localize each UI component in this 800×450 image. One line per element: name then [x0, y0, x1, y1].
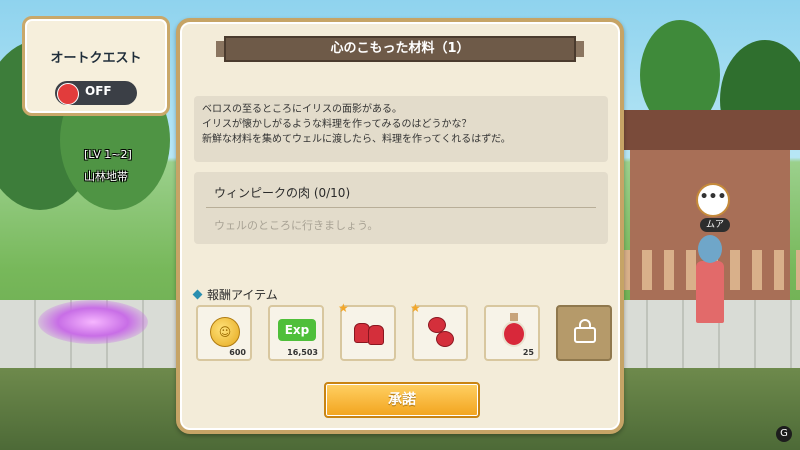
reward-header-label: 報酬アイテム [207, 288, 278, 302]
auto-quest-widget: オートクエスト OFF [22, 16, 170, 116]
reward-qty: 25 [522, 348, 534, 357]
house-roof [620, 110, 800, 150]
npc-chat-bubble-icon[interactable]: ••• [696, 183, 730, 217]
bag-part [436, 331, 454, 347]
potion-neck [510, 313, 518, 321]
npc-name-tag: ムア [700, 218, 730, 232]
watermark-logo: G [776, 426, 792, 442]
diamond-icon [192, 289, 203, 300]
divider [206, 207, 596, 208]
coin-icon: ☺ [210, 317, 240, 347]
bag-icon [428, 317, 454, 347]
quest-description: ベロスの至るところにイリスの面影がある。 イリスが懐かしがるような料理を作ってみ… [194, 96, 608, 162]
reward-slot-locked[interactable] [556, 305, 612, 361]
reward-slot-potion[interactable]: 25 [484, 305, 540, 361]
area-level-range: [LV 1~2] [84, 148, 132, 161]
toggle-label: OFF [85, 84, 112, 98]
reward-slot-exp[interactable]: Exp 16,503 [268, 305, 324, 361]
auto-quest-title: オートクエスト [50, 51, 142, 66]
reward-header: 報酬アイテム [192, 286, 278, 303]
shoes-icon [352, 321, 386, 345]
reward-list: ☺ 600 Exp 16,503 ★ ★ 25 [196, 301, 616, 365]
magic-circle-portal[interactable] [38, 300, 148, 344]
potion-body [502, 321, 526, 347]
lock-icon [574, 319, 596, 343]
accept-button[interactable]: 承諾 [324, 382, 480, 418]
star-icon: ★ [410, 301, 421, 315]
potion-icon [502, 313, 526, 349]
npc-head [698, 235, 722, 263]
toggle-knob-icon [57, 83, 79, 105]
objective-title: ウィンピークの肉 (0/10) [214, 186, 351, 200]
description-line: 新鮮な材料を集めてウェルに渡したら、料理を作ってくれるはずだ。 [202, 134, 511, 145]
description-line: イリスが懐かしがるような料理を作ってみるのはどうかな？ [202, 119, 472, 130]
quest-panel: 心のこもった材料（1） ベロスの至るところにイリスの面影がある。 イリスが懐かし… [176, 18, 624, 434]
reward-slot-coin[interactable]: ☺ 600 [196, 305, 252, 361]
reward-qty: 600 [229, 348, 246, 357]
auto-quest-toggle[interactable]: OFF [55, 81, 137, 105]
objective-hint: ウェルのところに行きましょう。 [214, 219, 379, 232]
description-line: ベロスの至るところにイリスの面影がある。 [202, 104, 402, 115]
exp-icon: Exp [278, 319, 316, 341]
reward-slot-bag[interactable]: ★ [410, 301, 468, 361]
shoe-right [368, 325, 384, 345]
quest-title: 心のこもった材料（1） [216, 36, 584, 62]
reward-qty: 16,503 [287, 348, 318, 357]
area-name: 山林地帯 [84, 170, 128, 183]
quest-objective: ウィンピークの肉 (0/10) ウェルのところに行きましょう。 [194, 172, 608, 244]
star-icon: ★ [338, 301, 349, 315]
reward-slot-shoes[interactable]: ★ [338, 301, 396, 361]
npc-body [696, 261, 724, 323]
npc-character[interactable] [690, 235, 730, 325]
